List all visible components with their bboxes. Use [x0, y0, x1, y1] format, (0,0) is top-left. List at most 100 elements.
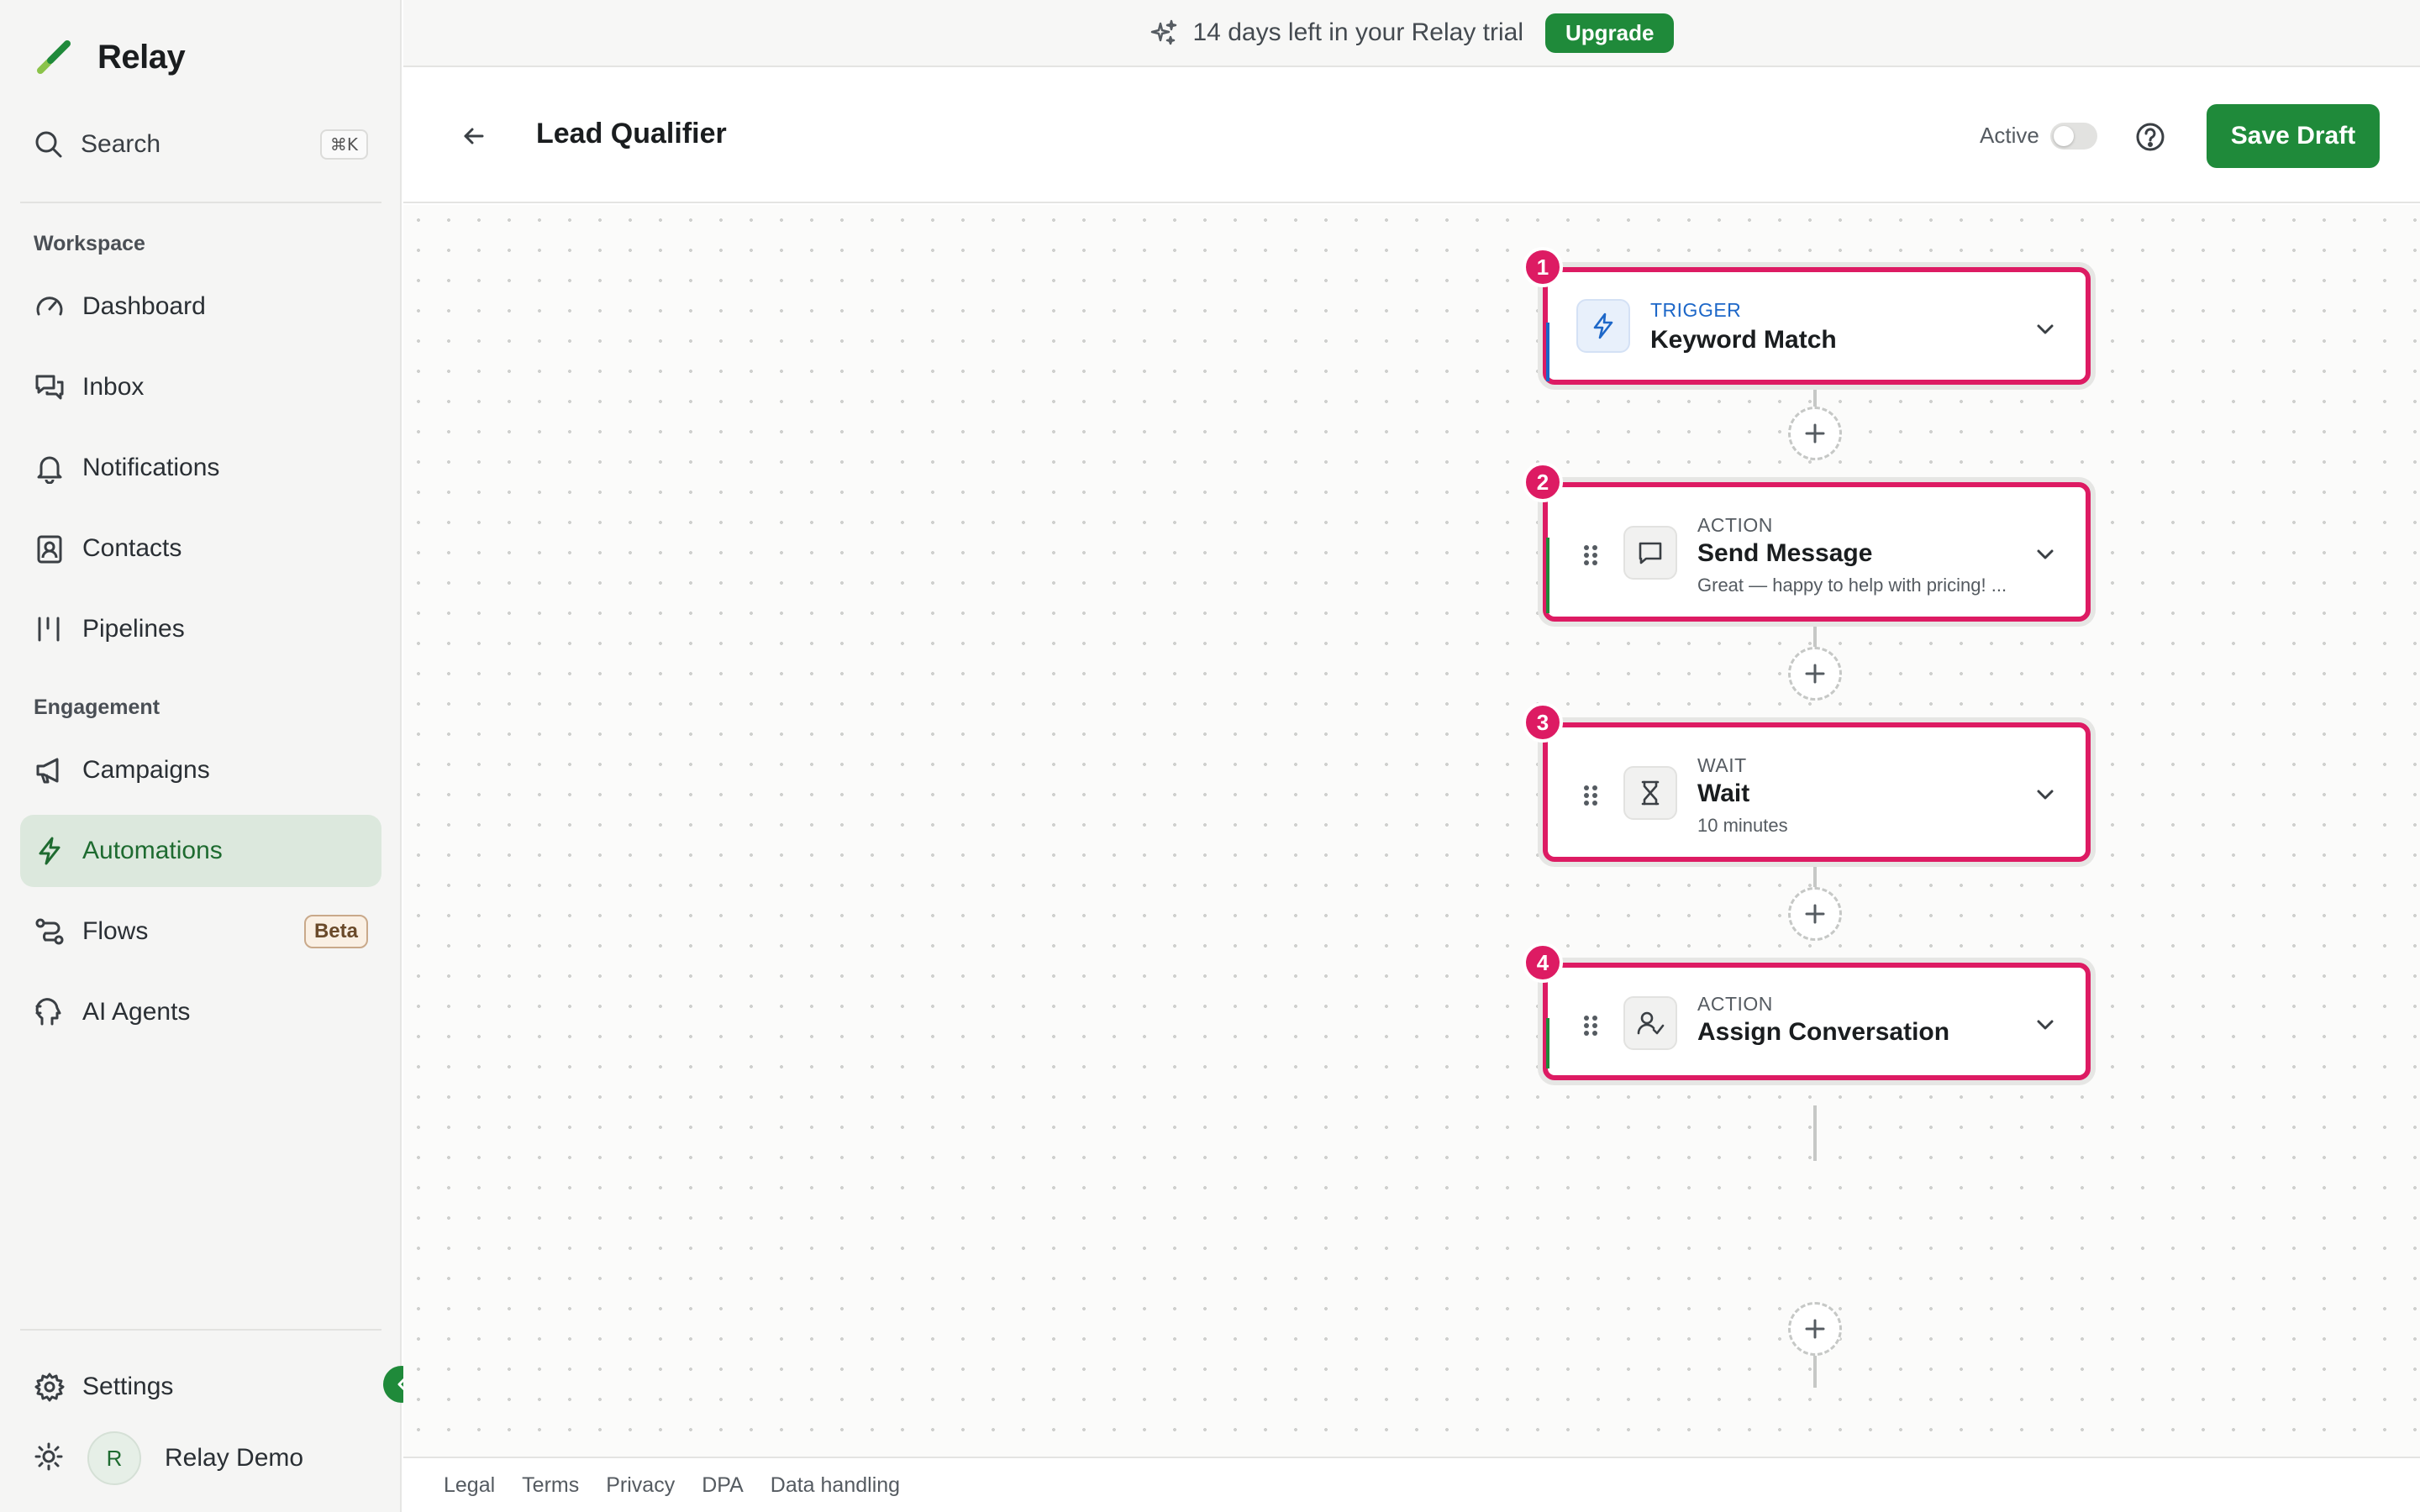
workflow-step-send-message[interactable]: 2 ACTION Send Message Great — happy to h… — [1523, 462, 2091, 622]
upgrade-button[interactable]: Upgrade — [1545, 13, 1675, 53]
theme-toggle[interactable] — [34, 1441, 64, 1476]
chevron-down-icon[interactable] — [2032, 541, 2059, 568]
add-step-button[interactable] — [1788, 1302, 1842, 1356]
connector-line — [1813, 1105, 1817, 1161]
chevron-down-icon[interactable] — [2032, 1011, 2059, 1038]
avatar[interactable]: R — [87, 1431, 141, 1485]
sidebar-item-ai-agents[interactable]: AI Agents — [20, 976, 381, 1048]
step-name: Assign Conversation — [1697, 1018, 1950, 1046]
sidebar-item-notifications[interactable]: Notifications — [20, 432, 381, 504]
drag-handle-icon[interactable] — [1581, 543, 1600, 568]
sidebar-divider — [20, 1329, 381, 1331]
chevron-down-icon[interactable] — [2032, 316, 2059, 343]
page-header: Lead Qualifier Active Save Draft — [403, 69, 2420, 203]
sidebar-item-label: Dashboard — [82, 292, 206, 320]
gear-icon — [34, 1373, 65, 1402]
footer-link-legal[interactable]: Legal — [444, 1473, 495, 1498]
sidebar-item-label: Contacts — [82, 534, 182, 562]
step-accent-bar — [1546, 323, 1549, 381]
step-number: 1 — [1523, 247, 1563, 287]
footer-link-terms[interactable]: Terms — [522, 1473, 579, 1498]
section-label-engagement: Engagement — [34, 696, 160, 719]
step-name: Wait — [1697, 780, 1750, 807]
sidebar-item-label: Flows — [82, 917, 149, 945]
gauge-icon — [36, 297, 63, 316]
save-draft-button[interactable]: Save Draft — [2207, 104, 2380, 168]
chevron-down-icon[interactable] — [2032, 781, 2059, 808]
add-step-button[interactable] — [1788, 407, 1842, 460]
step-accent-bar — [1546, 538, 1549, 613]
page-title: Lead Qualifier — [536, 118, 727, 150]
step-name: Keyword Match — [1650, 326, 1837, 354]
add-step-button[interactable] — [1788, 887, 1842, 941]
step-kind: TRIGGER — [1650, 299, 1742, 321]
sidebar-item-label: Settings — [82, 1373, 174, 1400]
drag-handle-icon[interactable] — [1581, 1013, 1600, 1038]
user-assign-icon — [1637, 1011, 1665, 1035]
user-name[interactable]: Relay Demo — [165, 1444, 303, 1473]
hourglass-icon — [1641, 780, 1660, 806]
sidebar: Relay Search ⌘K Workspace Dashboard Inbo… — [0, 0, 420, 1512]
wait-icon-tile — [1623, 766, 1677, 820]
sidebar-item-label: Campaigns — [82, 756, 210, 784]
step-kind: WAIT — [1697, 754, 1747, 776]
plus-icon — [1805, 423, 1825, 444]
step-accent-bar — [1546, 1018, 1549, 1068]
workflow-canvas[interactable]: 1 TRIGGER Keyword Match 2 ACTION Send Me… — [403, 205, 2420, 1457]
step-kind: ACTION — [1697, 514, 1773, 536]
step-number: 3 — [1523, 702, 1563, 743]
sidebar-item-label: Notifications — [82, 454, 220, 481]
sparkles-icon — [1150, 19, 1176, 45]
step-number: 2 — [1523, 462, 1563, 502]
workflow-step-wait[interactable]: 3 WAIT Wait 10 minutes — [1523, 702, 2091, 862]
sidebar-item-label: Inbox — [82, 373, 145, 401]
step-detail: 10 minutes — [1697, 815, 1788, 836]
sidebar-item-settings[interactable]: Settings — [20, 1351, 381, 1423]
sidebar-item-inbox[interactable]: Inbox — [20, 351, 381, 423]
back-arrow-icon[interactable] — [455, 118, 492, 155]
flow-icon — [35, 918, 64, 945]
bell-icon — [37, 456, 62, 484]
trigger-icon-tile — [1576, 299, 1630, 353]
sun-icon — [34, 1442, 63, 1470]
sidebar-item-label: AI Agents — [82, 998, 191, 1026]
step-number: 4 — [1523, 942, 1563, 983]
sidebar-item-flows[interactable]: Flows Beta — [20, 895, 381, 968]
search-button[interactable]: Search ⌘K — [34, 123, 368, 166]
footer-link-data-handling[interactable]: Data handling — [771, 1473, 900, 1498]
workflow-step-trigger[interactable]: 1 TRIGGER Keyword Match — [1523, 247, 2091, 385]
chat-bubbles-icon — [35, 375, 64, 400]
plus-icon — [1805, 1319, 1825, 1339]
sidebar-divider — [20, 202, 381, 203]
footer-link-dpa[interactable]: DPA — [702, 1473, 744, 1498]
sidebar-item-label: Pipelines — [82, 615, 185, 643]
workflow-step-assign-conversation[interactable]: 4 ACTION Assign Conversation — [1523, 942, 2091, 1080]
sidebar-item-automations[interactable]: Automations — [20, 815, 381, 887]
help-icon[interactable] — [2134, 121, 2166, 153]
step-detail: Great — happy to help with pricing! ... — [1697, 575, 2007, 596]
drag-handle-icon[interactable] — [1581, 783, 1600, 808]
sidebar-item-campaigns[interactable]: Campaigns — [20, 734, 381, 806]
app-name: Relay — [97, 38, 186, 76]
plus-icon — [1805, 664, 1825, 684]
page-footer: Legal Terms Privacy DPA Data handling — [403, 1457, 2420, 1512]
lightning-icon — [1593, 312, 1613, 339]
sidebar-item-pipelines[interactable]: Pipelines — [20, 593, 381, 665]
beta-badge: Beta — [303, 915, 368, 948]
megaphone-icon — [36, 758, 59, 784]
section-label-workspace: Workspace — [34, 232, 145, 255]
sidebar-item-dashboard[interactable]: Dashboard — [20, 270, 381, 343]
step-kind: ACTION — [1697, 993, 1773, 1015]
app-logo[interactable]: Relay — [34, 34, 186, 81]
sidebar-item-contacts[interactable]: Contacts — [20, 512, 381, 585]
sidebar-item-label: Automations — [82, 837, 223, 864]
search-label: Search — [81, 130, 161, 158]
footer-link-privacy[interactable]: Privacy — [606, 1473, 675, 1498]
relay-logo-icon — [37, 40, 71, 74]
message-icon — [1639, 542, 1662, 564]
active-toggle[interactable] — [2050, 123, 2097, 150]
plus-icon — [1805, 904, 1825, 924]
action-icon-tile — [1623, 996, 1677, 1050]
add-step-button[interactable] — [1788, 647, 1842, 701]
action-icon-tile — [1623, 526, 1677, 580]
